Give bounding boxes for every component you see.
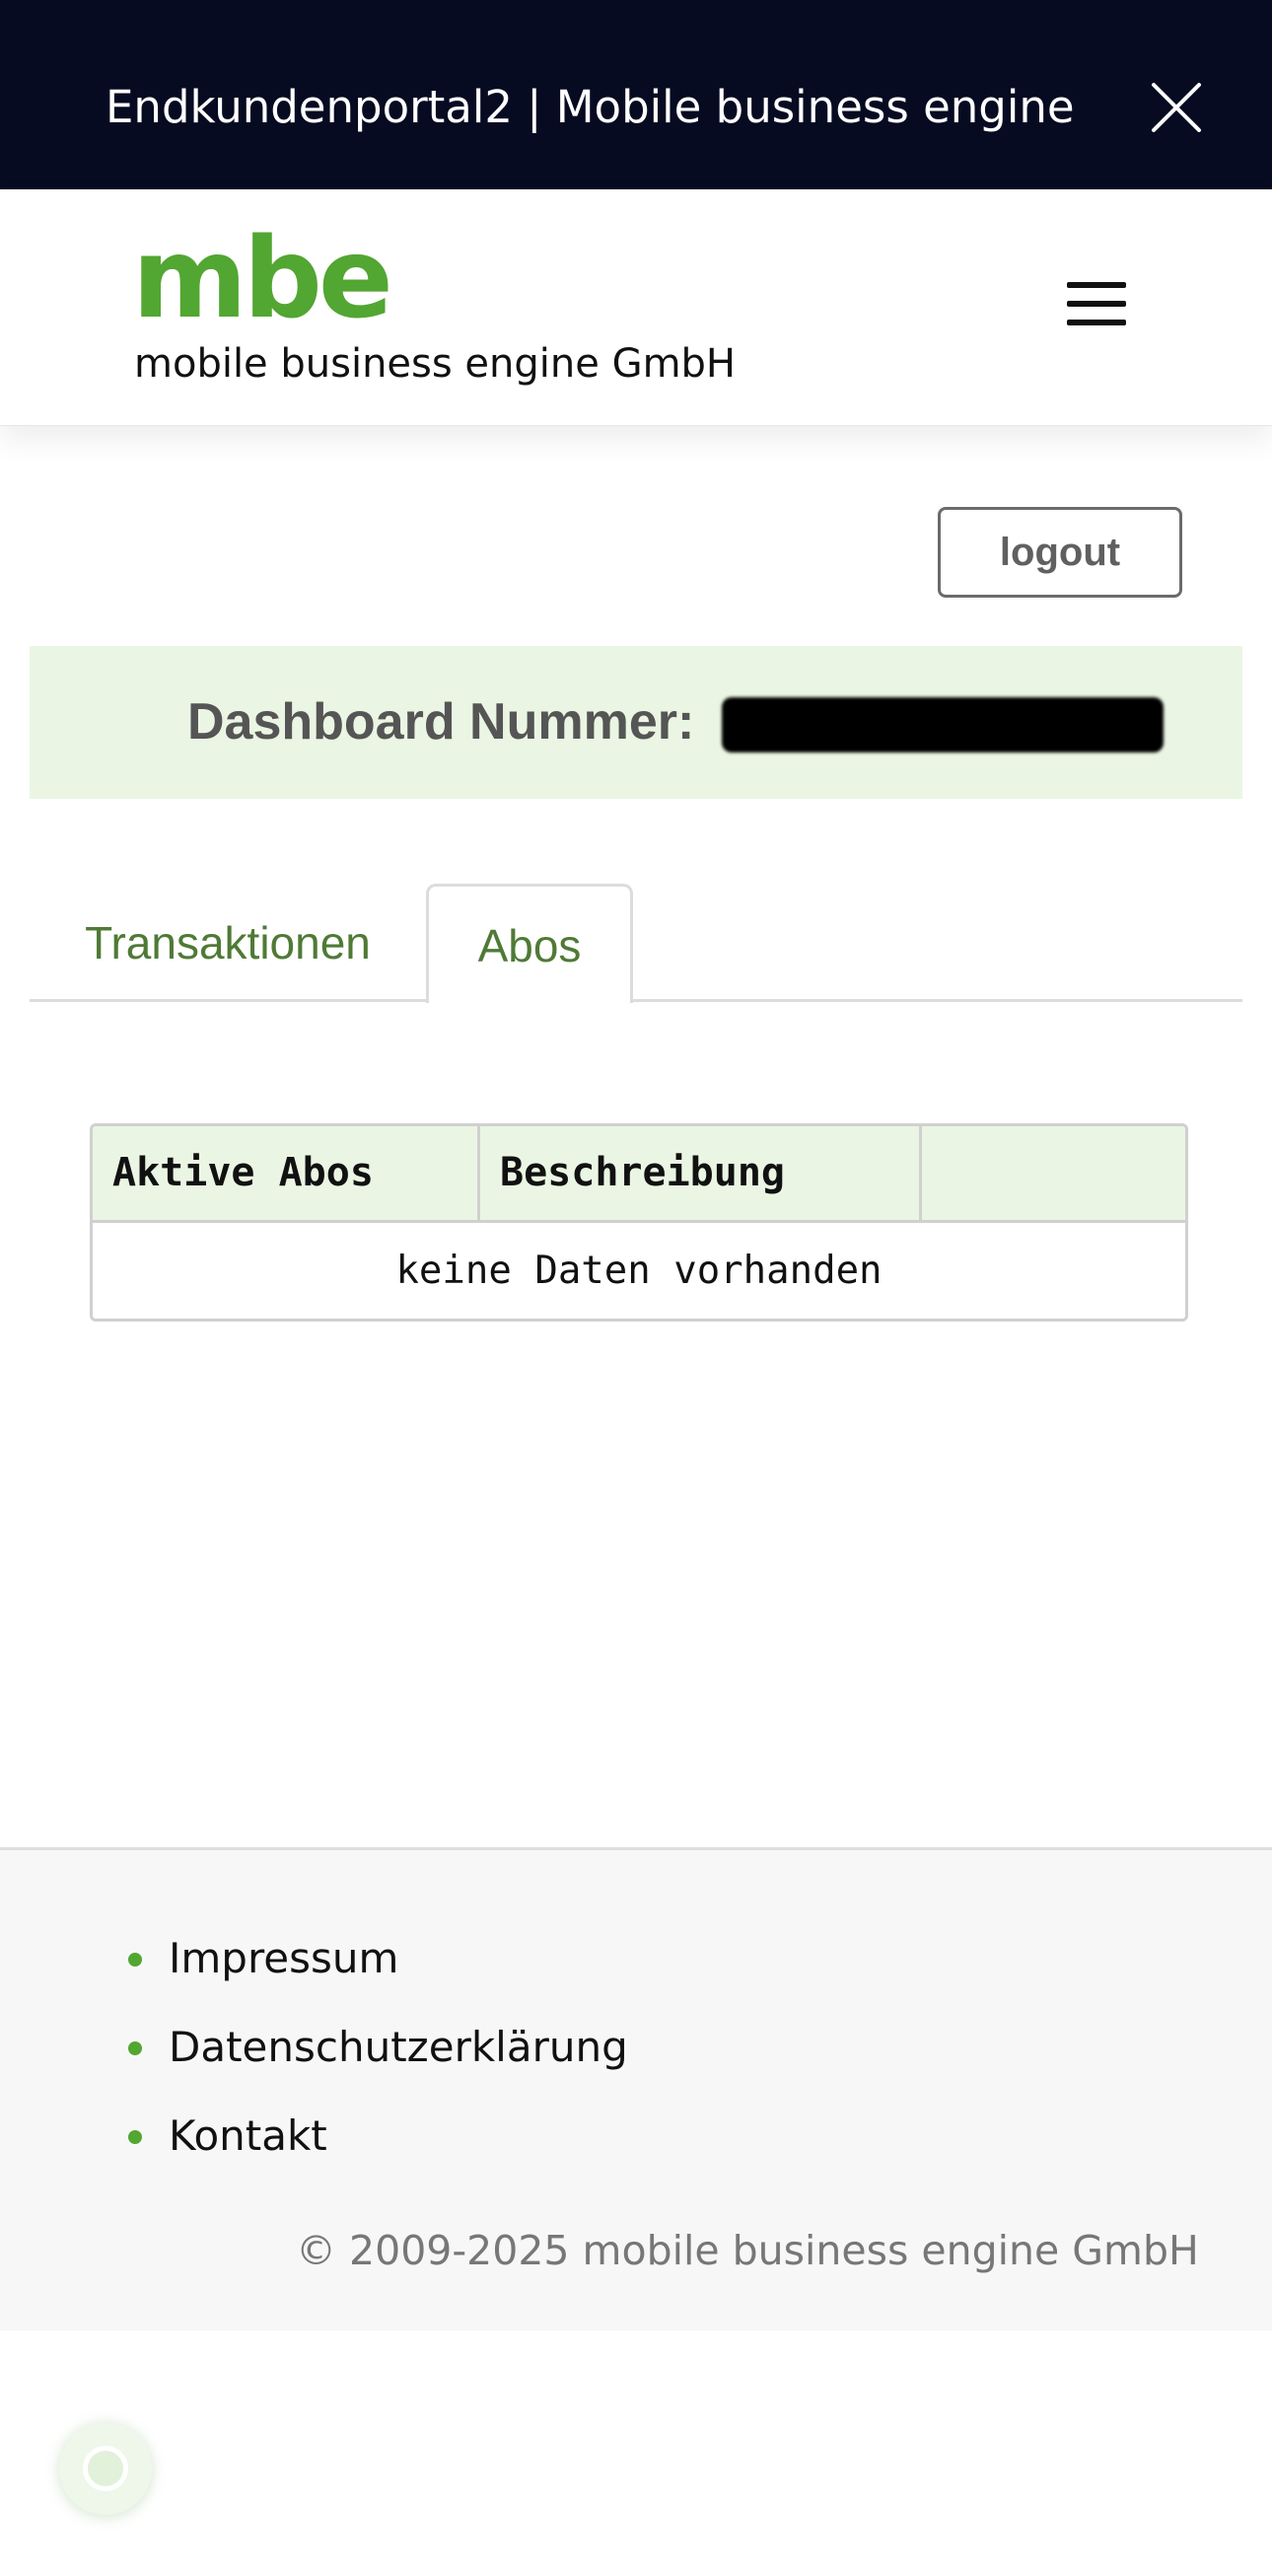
footer-link-datenschutz[interactable]: Datenschutzerklärung (128, 2003, 628, 2092)
tab-abos[interactable]: Abos (426, 884, 633, 1003)
column-header-beschreibung[interactable]: Beschreibung (480, 1126, 922, 1220)
bullet-icon (128, 2041, 142, 2055)
footer-links: Impressum Datenschutzerklärung Kontakt (128, 1914, 628, 2181)
close-icon[interactable] (1146, 77, 1207, 138)
copyright: © 2009-2025 mobile business engine GmbH (296, 2227, 1199, 2274)
tab-transaktionen[interactable]: Transaktionen (55, 884, 400, 1002)
table-header: Aktive Abos Beschreibung (93, 1126, 1185, 1223)
column-header-empty (922, 1126, 1185, 1220)
webview-title: Endkundenportal2 | Mobile business engin… (106, 81, 1075, 133)
dashboard-number-label: Dashboard Nummer: (187, 693, 695, 751)
footer-link-impressum[interactable]: Impressum (128, 1914, 628, 2003)
dashboard-number-redacted (722, 697, 1164, 752)
table-empty-message: keine Daten vorhanden (395, 1249, 883, 1293)
abos-table: Aktive Abos Beschreibung keine Daten vor… (90, 1123, 1188, 1322)
company-name: mobile business engine GmbH (134, 341, 736, 387)
chat-widget-icon[interactable] (59, 2422, 152, 2515)
logo-mark[interactable]: mbe (132, 224, 393, 334)
column-header-aktive-abos[interactable]: Aktive Abos (93, 1126, 480, 1220)
chat-widget-inner (83, 2446, 128, 2491)
footer-link-kontakt[interactable]: Kontakt (128, 2092, 628, 2181)
bullet-icon (128, 2130, 142, 2144)
hamburger-menu-icon[interactable] (1065, 276, 1130, 331)
dashboard-banner: Dashboard Nummer: (30, 646, 1242, 799)
logout-button[interactable]: logout (938, 507, 1182, 598)
footer-link-label: Datenschutzerklärung (169, 2023, 628, 2071)
bullet-icon (128, 1953, 142, 1967)
footer-link-label: Kontakt (169, 2111, 327, 2160)
webview-title-bar: Endkundenportal2 | Mobile business engin… (0, 0, 1272, 189)
footer-link-label: Impressum (169, 1934, 399, 1982)
site-footer: Impressum Datenschutzerklärung Kontakt ©… (0, 1847, 1272, 2330)
